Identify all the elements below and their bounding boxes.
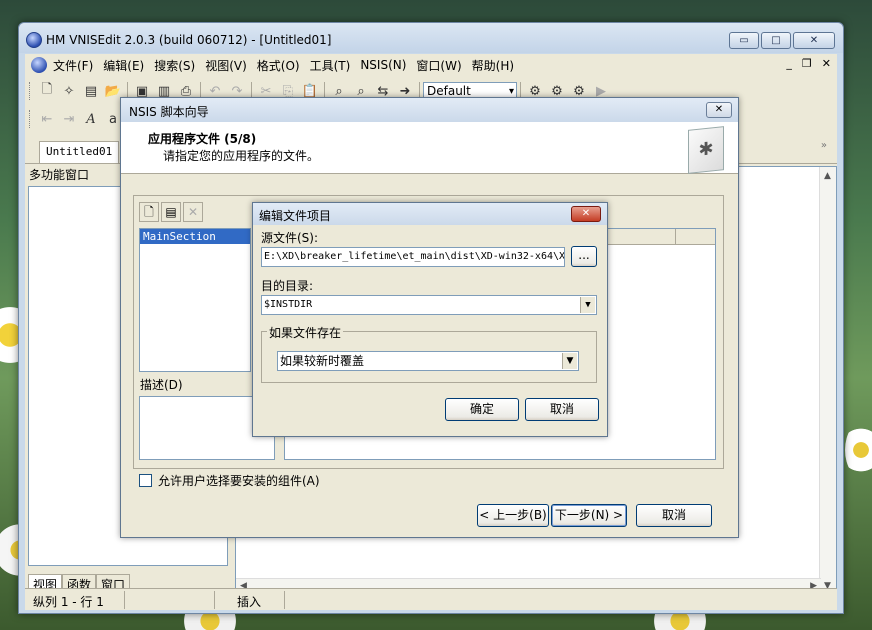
ok-button[interactable]: 确定 <box>445 398 519 421</box>
document-system-icon[interactable] <box>31 57 47 73</box>
wizard-titlebar[interactable]: NSIS 脚本向导 ✕ <box>121 98 738 122</box>
source-file-input[interactable]: E:\XD\breaker_lifetime\et_main\dist\XD-w… <box>261 247 565 267</box>
menu-window[interactable]: 窗口(W) <box>412 57 465 74</box>
window-title: HM VNISEdit 2.0.3 (build 060712) - [Unti… <box>46 33 332 47</box>
mdi-restore-icon[interactable]: ❐ <box>802 57 812 70</box>
next-button[interactable]: 下一步(N) > <box>551 504 627 527</box>
wizard-title: NSIS 脚本向导 <box>129 105 209 119</box>
edit-file-dialog: 编辑文件项目 ✕ 源文件(S): E:\XD\breaker_lifetime\… <box>252 202 608 437</box>
menu-edit[interactable]: 编辑(E) <box>99 57 148 74</box>
cursor-position: 纵列 1 - 行 1 <box>25 590 125 609</box>
chevron-down-icon[interactable]: ▼ <box>580 297 595 313</box>
allow-select-row[interactable]: 允许用户选择要安装的组件(A) <box>139 472 320 489</box>
scroll-up-icon[interactable]: ▲ <box>824 171 831 181</box>
add-file-icon[interactable]: ▤ <box>161 202 181 222</box>
list-item[interactable]: MainSection <box>140 229 250 244</box>
new-file-icon[interactable]: 🗋 <box>36 81 58 101</box>
chevron-down-icon[interactable]: ▼ <box>562 353 577 369</box>
dest-dir-combo[interactable]: $INSTDIR ▼ <box>261 295 597 315</box>
section-list[interactable]: MainSection <box>139 228 251 372</box>
wizard-icon[interactable]: ✧ <box>58 81 80 101</box>
edit-dialog-titlebar[interactable]: 编辑文件项目 ✕ <box>253 203 607 225</box>
indent-icon[interactable]: ⇤ <box>36 109 58 129</box>
insert-mode: 插入 <box>215 590 285 609</box>
vertical-scrollbar[interactable]: ▲ ▼ <box>819 167 836 595</box>
browse-button[interactable]: ... <box>571 246 597 267</box>
dest-label: 目的目录: <box>261 279 314 293</box>
toolbar-grip[interactable] <box>29 110 32 128</box>
section-toolbar: 🗋 ▤ ✕ <box>139 202 203 222</box>
overwrite-mode-combo[interactable]: 如果较新时覆盖 ▼ <box>277 351 579 371</box>
wizard-book-icon: ✱ <box>688 126 724 174</box>
menu-search[interactable]: 搜索(S) <box>150 57 199 74</box>
menubar: 文件(F) 编辑(E) 搜索(S) 视图(V) 格式(O) 工具(T) NSIS… <box>25 54 837 76</box>
add-section-icon[interactable]: 🗋 <box>139 202 159 222</box>
menu-tools[interactable]: 工具(T) <box>306 57 355 74</box>
wizard-cancel-button[interactable]: 取消 <box>636 504 712 527</box>
menu-format[interactable]: 格式(O) <box>253 57 304 74</box>
allow-select-label: 允许用户选择要安装的组件(A) <box>158 474 320 488</box>
desktop-flower <box>845 420 872 480</box>
edit-dialog-close-button[interactable]: ✕ <box>571 206 601 222</box>
tab-untitled01[interactable]: Untitled01 <box>39 141 120 163</box>
wizard-close-button[interactable]: ✕ <box>706 102 732 118</box>
description-label: 描述(D) <box>140 378 183 392</box>
delete-icon[interactable]: ✕ <box>183 202 203 222</box>
overwrite-mode-value: 如果较新时覆盖 <box>280 354 365 368</box>
mdi-minimize-icon[interactable]: _ <box>786 57 792 70</box>
menu-file[interactable]: 文件(F) <box>49 57 97 74</box>
mdi-close-icon[interactable]: ✕ <box>822 57 831 70</box>
source-label: 源文件(S): <box>261 231 319 245</box>
font-icon[interactable]: A <box>80 109 102 129</box>
back-button[interactable]: < 上一步(B) <box>477 504 549 527</box>
template-icon[interactable]: ▤ <box>80 81 102 101</box>
outdent-icon[interactable]: ⇥ <box>58 109 80 129</box>
tab-scroll-icon[interactable]: » <box>821 140 827 151</box>
app-icon[interactable] <box>26 32 42 48</box>
mdi-controls: _ ❐ ✕ <box>786 57 831 70</box>
minimize-button[interactable]: ▭ <box>729 32 759 49</box>
dest-dir-value: $INSTDIR <box>264 299 313 310</box>
exists-group-label: 如果文件存在 <box>267 324 344 341</box>
allow-select-checkbox[interactable] <box>139 474 152 487</box>
toolbar-grip[interactable] <box>29 82 32 100</box>
edit-dialog-title: 编辑文件项目 <box>259 209 332 223</box>
wizard-header: 应用程序文件 (5/8) 请指定您的应用程序的文件。 ✱ <box>121 122 738 174</box>
close-button[interactable]: ✕ <box>793 32 835 49</box>
wizard-heading: 应用程序文件 (5/8) <box>148 132 257 146</box>
edit-cancel-button[interactable]: 取消 <box>525 398 599 421</box>
menu-help[interactable]: 帮助(H) <box>468 57 518 74</box>
wizard-subheading: 请指定您的应用程序的文件。 <box>163 149 320 163</box>
menu-view[interactable]: 视图(V) <box>201 57 251 74</box>
menu-nsis[interactable]: NSIS(N) <box>356 58 410 72</box>
maximize-button[interactable]: □ <box>761 32 791 49</box>
app-titlebar[interactable]: HM VNISEdit 2.0.3 (build 060712) - [Unti… <box>19 23 843 53</box>
status-empty <box>125 590 215 609</box>
statusbar: 纵列 1 - 行 1 插入 <box>25 588 837 610</box>
window-controls: ▭ □ ✕ <box>729 32 835 49</box>
